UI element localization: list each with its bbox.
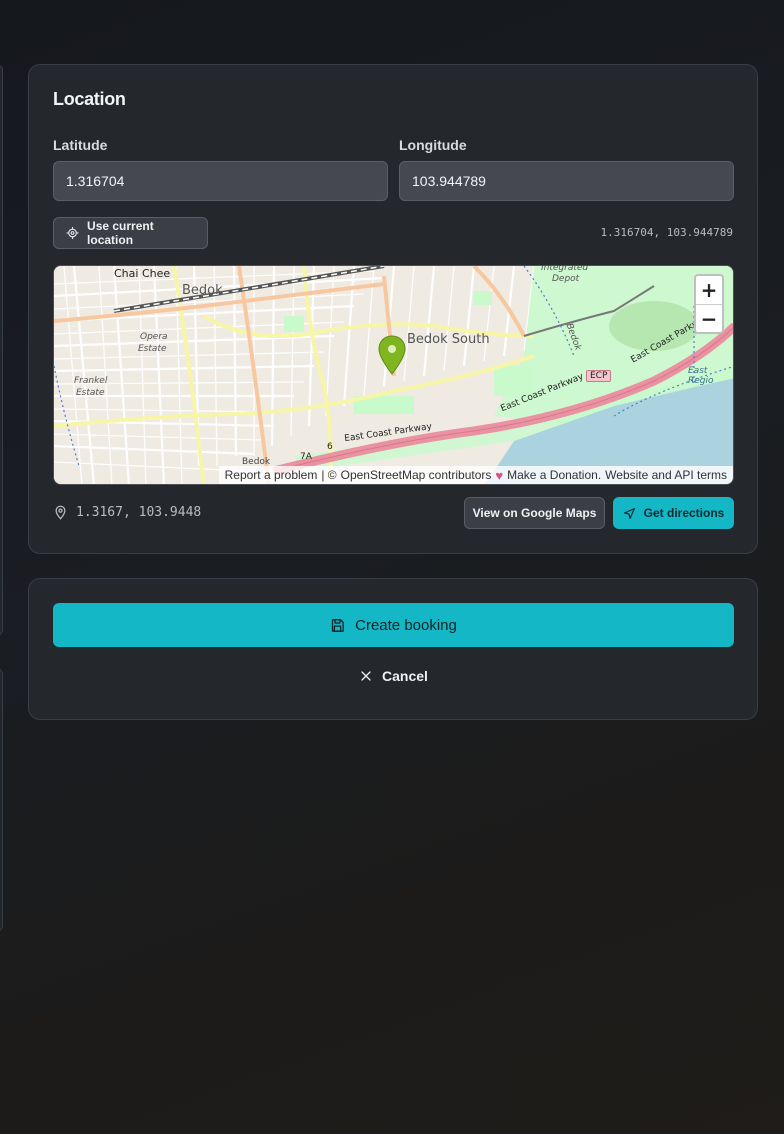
map-label-road-7a: 7A [300,452,312,462]
left-panel-edge [0,64,3,636]
view-google-maps-button[interactable]: View on Google Maps [464,497,605,529]
left-panel-edge-lower [0,668,3,932]
save-icon [332,618,344,632]
latitude-label: Latitude [53,137,108,153]
close-icon [361,671,371,681]
actions-card: Create booking Cancel [28,578,758,720]
location-title: Location [53,89,126,109]
map-label-bedok: Bedok [182,283,223,298]
report-problem-link[interactable]: Report a problem [225,468,318,482]
latitude-input[interactable] [53,161,388,201]
map-label-ecp-badge: ECP [586,370,612,382]
location-card: Location Latitude Longitude Use current … [28,64,758,554]
map-label-frankel-estate: Estate [76,388,105,398]
zoom-out-button[interactable]: − [696,304,722,332]
map-label-opera-estate: Estate [138,344,167,354]
map-label-integrated: Integrated [541,265,589,273]
cancel-button[interactable]: Cancel [29,663,759,689]
map-label-chai-chee: Chai Chee [114,267,171,280]
map-label-frankel: Frankel [74,376,108,386]
map-label-opera: Opera [140,332,168,342]
navigation-arrow-icon [623,507,635,519]
pin-coords-text: 1.3167, 103.9448 [76,505,202,520]
use-current-location-label: Use current location [87,219,154,247]
use-current-location-button[interactable]: Use current location [53,217,208,249]
crosshair-icon [66,227,79,239]
zoom-in-button[interactable]: + [696,276,722,304]
longitude-input[interactable] [399,161,734,201]
cancel-label: Cancel [382,668,428,684]
map-label-east-region: East Regio [688,366,714,386]
map-pin-icon [55,505,66,520]
osm-contributors-link[interactable]: OpenStreetMap contributors [341,468,492,482]
map-label-road-6: 6 [327,442,333,452]
longitude-label: Longitude [399,137,467,153]
create-booking-label: Create booking [355,616,457,634]
pin-coords: 1.3167, 103.9448 [53,505,201,520]
map-tiles [54,266,733,484]
coords-readout: 1.316704, 103.944789 [600,226,733,239]
location-footer: 1.3167, 103.9448 View on Google Maps Get… [53,497,734,529]
get-directions-button[interactable]: Get directions [613,497,734,529]
map-label-depot: Depot [552,274,580,284]
api-terms-link[interactable]: Website and API terms [605,468,727,482]
map-zoom-control: + − [694,274,724,334]
map-view[interactable]: Chai Chee Bedok Bedok South Opera Estate… [53,265,734,485]
donation-link[interactable]: Make a Donation. [507,468,601,482]
map-label-bedok-south: Bedok South [407,332,490,347]
heart-icon: ♥ [495,467,504,483]
get-directions-label: Get directions [643,506,725,520]
create-booking-button[interactable]: Create booking [53,603,734,647]
map-attribution: Report a problem | © OpenStreetMap contr… [218,466,733,484]
attribution-separator: | © [321,468,337,482]
